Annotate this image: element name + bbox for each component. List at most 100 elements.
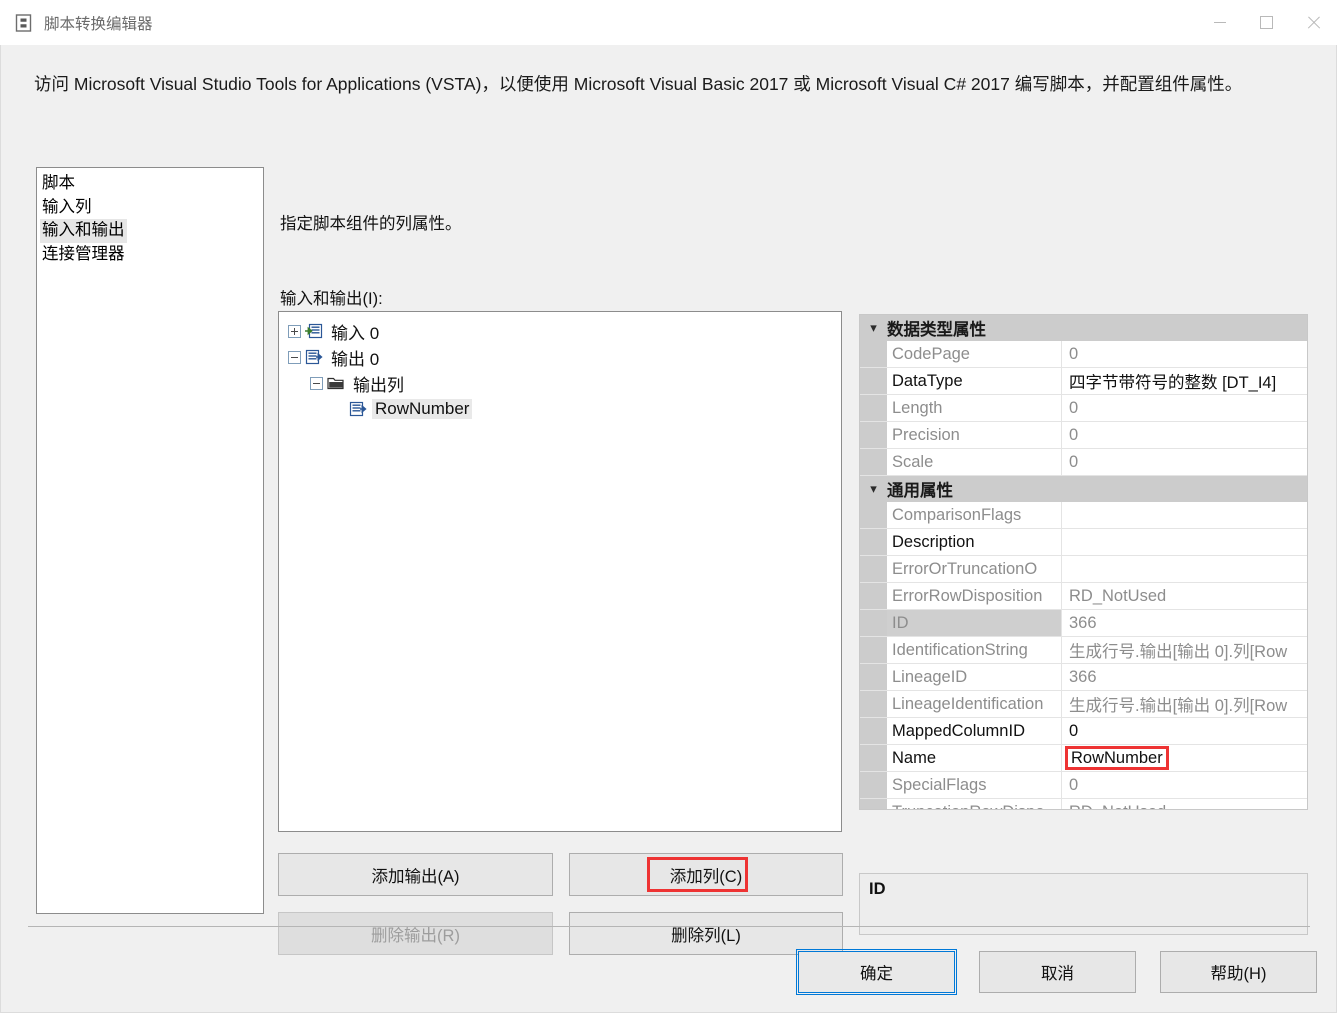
property-name: LineageIdentification — [887, 691, 1062, 717]
sidebar-item-input-columns[interactable]: 输入列 — [37, 196, 263, 220]
property-row-identificationstring[interactable]: IdentificationString 生成行号.输出[输出 0].列[Row — [860, 637, 1307, 664]
row-gutter — [860, 718, 887, 744]
property-name: ComparisonFlags — [887, 502, 1062, 528]
property-category-general[interactable]: ▾ 通用属性 — [860, 476, 1307, 502]
close-button[interactable] — [1290, 0, 1337, 45]
property-name: Description — [887, 529, 1062, 555]
inputs-outputs-label: 输入和输出(I): — [280, 290, 383, 308]
tree-node-label: 输入 0 — [331, 323, 380, 343]
property-row-length[interactable]: Length 0 — [860, 395, 1307, 422]
property-value[interactable]: 0 — [1062, 395, 1307, 421]
property-row-datatype[interactable]: DataType 四字节带符号的整数 [DT_I4] — [860, 368, 1307, 395]
property-value[interactable] — [1062, 529, 1307, 555]
property-value[interactable]: 生成行号.输出[输出 0].列[Row — [1062, 637, 1307, 663]
property-value[interactable]: 0 — [1062, 341, 1307, 367]
property-row-precision[interactable]: Precision 0 — [860, 422, 1307, 449]
property-row-truncationrowdisposition[interactable]: TruncationRowDispo RD_NotUsed — [860, 799, 1307, 810]
inputs-outputs-tree[interactable]: 输入 0 输出 0 输出列 RowNumber — [278, 311, 842, 832]
property-grid-rows: ▾ 数据类型属性 CodePage 0 DataType 四字节带符号的整数 [… — [860, 315, 1307, 810]
property-row-name[interactable]: Name RowNumber — [860, 745, 1307, 772]
row-gutter — [860, 341, 887, 367]
property-value[interactable]: 0 — [1062, 718, 1307, 744]
tree-node-label: 输出列 — [353, 375, 404, 395]
property-value[interactable]: 366 — [1062, 610, 1307, 636]
property-row-id[interactable]: ID 366 — [860, 610, 1307, 637]
chevron-down-icon[interactable]: ▾ — [860, 320, 887, 336]
tree-node-output-columns[interactable]: 输出列 — [279, 370, 841, 396]
script-transform-icon — [14, 13, 34, 33]
tree-node-output-0[interactable]: 输出 0 — [279, 344, 841, 370]
minimize-button[interactable] — [1196, 0, 1243, 45]
window-controls — [1196, 0, 1337, 45]
row-gutter — [860, 637, 887, 663]
maximize-button[interactable] — [1243, 0, 1290, 45]
column-icon — [349, 401, 367, 417]
property-name: Precision — [887, 422, 1062, 448]
minimize-icon — [1213, 22, 1226, 23]
row-gutter — [860, 583, 887, 609]
row-gutter — [860, 422, 887, 448]
property-value[interactable]: 生成行号.输出[输出 0].列[Row — [1062, 691, 1307, 717]
row-gutter — [860, 610, 887, 636]
property-name: TruncationRowDispo — [887, 799, 1062, 809]
output-icon — [305, 349, 323, 365]
property-value[interactable]: RD_NotUsed — [1062, 583, 1307, 609]
property-category-datatype[interactable]: ▾ 数据类型属性 — [860, 315, 1307, 341]
property-row-errorortruncationoperation[interactable]: ErrorOrTruncationO — [860, 556, 1307, 583]
property-value[interactable]: 366 — [1062, 664, 1307, 690]
sidebar-item-label: 脚本 — [42, 174, 75, 192]
property-name: MappedColumnID — [887, 718, 1062, 744]
property-row-description[interactable]: Description — [860, 529, 1307, 556]
property-value[interactable]: 0 — [1062, 772, 1307, 798]
cancel-button[interactable]: 取消 — [979, 951, 1136, 993]
property-name: Name — [887, 745, 1062, 771]
collapse-icon[interactable] — [310, 376, 323, 390]
property-row-comparisonflags[interactable]: ComparisonFlags — [860, 502, 1307, 529]
page-nav-list[interactable]: 脚本 输入列 输入和输出 连接管理器 — [36, 167, 264, 914]
row-gutter — [860, 529, 887, 555]
property-value-name-field[interactable]: RowNumber — [1062, 745, 1307, 771]
chevron-down-icon[interactable]: ▾ — [860, 481, 887, 497]
sidebar-item-inputs-and-outputs[interactable]: 输入和输出 — [37, 219, 263, 243]
delete-column-button[interactable]: 删除列(L) — [569, 912, 843, 955]
row-gutter — [860, 502, 887, 528]
tree-node-label: RowNumber — [372, 399, 473, 419]
property-grid[interactable]: ▾ 数据类型属性 CodePage 0 DataType 四字节带符号的整数 [… — [859, 314, 1308, 810]
input-icon — [305, 323, 323, 339]
property-row-lineageid[interactable]: LineageID 366 — [860, 664, 1307, 691]
add-output-button[interactable]: 添加输出(A) — [278, 853, 553, 896]
property-row-specialflags[interactable]: SpecialFlags 0 — [860, 772, 1307, 799]
property-row-codepage[interactable]: CodePage 0 — [860, 341, 1307, 368]
ok-button[interactable]: 确定 — [796, 949, 957, 995]
property-row-errorrowdisposition[interactable]: ErrorRowDisposition RD_NotUsed — [860, 583, 1307, 610]
property-value[interactable]: 四字节带符号的整数 [DT_I4] — [1062, 368, 1307, 394]
add-column-button[interactable]: 添加列(C) — [569, 853, 843, 896]
intro-text: 访问 Microsoft Visual Studio Tools for App… — [34, 74, 1243, 94]
property-value[interactable] — [1062, 556, 1307, 582]
maximize-icon — [1260, 16, 1273, 29]
property-name: IdentificationString — [887, 637, 1062, 663]
property-row-lineageidentificationstring[interactable]: LineageIdentification 生成行号.输出[输出 0].列[Ro… — [860, 691, 1307, 718]
property-value[interactable]: 0 — [1062, 449, 1307, 475]
property-category-label: 通用属性 — [887, 482, 953, 500]
property-value[interactable]: RD_NotUsed — [1062, 799, 1307, 810]
dialog-body: 访问 Microsoft Visual Studio Tools for App… — [0, 45, 1337, 1013]
property-row-scale[interactable]: Scale 0 — [860, 449, 1307, 476]
collapse-icon[interactable] — [288, 350, 301, 364]
tree-node-rownumber[interactable]: RowNumber — [279, 396, 841, 422]
property-value[interactable] — [1062, 502, 1307, 528]
expand-icon[interactable] — [288, 324, 301, 338]
sidebar-item-label: 输入列 — [42, 197, 92, 216]
row-gutter — [860, 449, 887, 475]
footer-separator — [28, 926, 1310, 927]
sidebar-item-connection-managers[interactable]: 连接管理器 — [37, 243, 263, 267]
tree-node-input-0[interactable]: 输入 0 — [279, 318, 841, 344]
delete-output-button: 删除输出(R) — [278, 912, 553, 955]
help-button[interactable]: 帮助(H) — [1160, 951, 1317, 993]
property-row-mappedcolumnid[interactable]: MappedColumnID 0 — [860, 718, 1307, 745]
row-gutter — [860, 691, 887, 717]
sidebar-item-script[interactable]: 脚本 — [37, 172, 263, 196]
row-gutter — [860, 664, 887, 690]
property-value[interactable]: 0 — [1062, 422, 1307, 448]
property-category-label: 数据类型属性 — [887, 321, 986, 339]
